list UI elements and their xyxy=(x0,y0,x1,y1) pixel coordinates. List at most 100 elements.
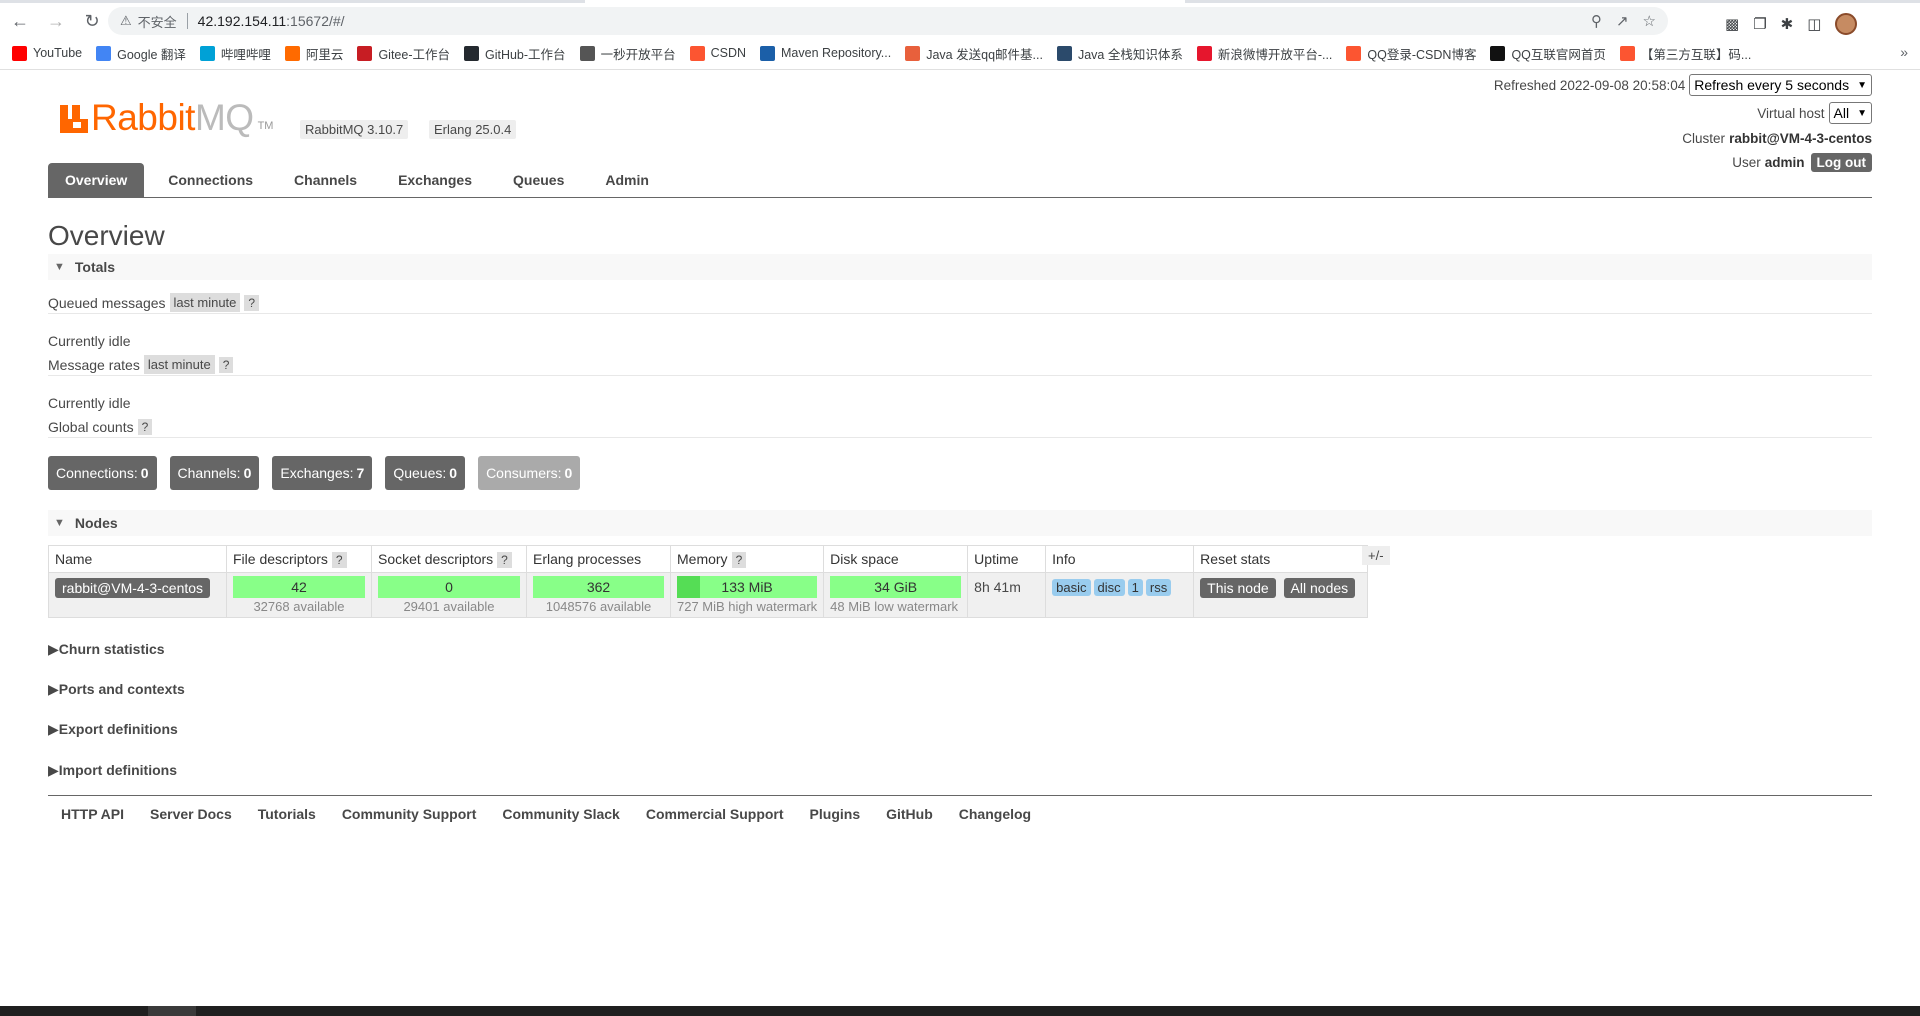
column-header: Reset stats xyxy=(1193,545,1369,573)
tab-channels[interactable]: Channels xyxy=(277,163,374,197)
triangle-right-icon: ▶ xyxy=(48,680,59,697)
node-name-link[interactable]: rabbit@VM-4-3-centos xyxy=(55,578,211,598)
footer-link[interactable]: Plugins xyxy=(810,806,861,822)
zoom-icon[interactable]: ⚲ xyxy=(1591,12,1602,30)
help-icon[interactable]: ? xyxy=(137,418,153,435)
memory-bar: 133 MiB xyxy=(677,576,818,598)
info-tag-1[interactable]: 1 xyxy=(1127,579,1143,596)
star-icon[interactable]: ☆ xyxy=(1643,12,1656,30)
bookmark-item[interactable]: Gitee-工作台 xyxy=(357,44,450,63)
help-icon[interactable]: ? xyxy=(331,552,347,568)
churn-heading: Churn statistics xyxy=(58,641,165,657)
bookmark-favicon-icon xyxy=(760,45,775,61)
count-value: 7 xyxy=(356,465,365,481)
import-section-header[interactable]: ▶ Import definitions xyxy=(48,757,1872,783)
ep-available: 1048576 available xyxy=(545,599,652,614)
count-consumers-button[interactable]: Consumers: 0 xyxy=(478,456,581,490)
bookmark-item[interactable]: 哔哩哔哩 xyxy=(199,44,271,63)
insecure-label[interactable]: 不安全 xyxy=(138,12,177,31)
column-header: Socket descriptors? xyxy=(371,545,527,573)
warning-icon[interactable]: ⚠ xyxy=(120,13,132,29)
sidepanel-icon[interactable]: ◫ xyxy=(1807,15,1821,33)
tab-exchanges[interactable]: Exchanges xyxy=(381,163,489,197)
column-header-label: Name xyxy=(55,551,93,567)
help-icon[interactable]: ? xyxy=(244,294,260,311)
ports-section-header[interactable]: ▶ Ports and contexts xyxy=(48,676,1872,702)
column-header: File descriptors? xyxy=(226,545,372,573)
count-connections-button[interactable]: Connections: 0 xyxy=(48,456,157,490)
bookmark-item[interactable]: Java 发送qq邮件基... xyxy=(905,44,1043,63)
refresh-select[interactable]: Refresh every 5 seconds ▼ xyxy=(1689,74,1872,96)
totals-section-header[interactable]: ▼ Totals xyxy=(48,254,1872,280)
bookmark-label: 新浪微博开放平台-... xyxy=(1217,47,1333,62)
info-tag-basic[interactable]: basic xyxy=(1052,579,1091,596)
bookmark-item[interactable]: Maven Repository... xyxy=(760,45,891,61)
help-icon[interactable]: ? xyxy=(218,356,234,373)
rates-range-select[interactable]: last minute xyxy=(143,355,215,374)
cluster-name: rabbit@VM-4-3-centos xyxy=(1729,130,1872,146)
bookmark-label: 阿里云 xyxy=(305,47,344,62)
footer-link[interactable]: Changelog xyxy=(959,806,1031,822)
bookmarks-overflow-icon[interactable]: » xyxy=(1900,44,1908,60)
count-channels-button[interactable]: Channels: 0 xyxy=(169,456,260,490)
export-section-header[interactable]: ▶ Export definitions xyxy=(48,716,1872,742)
footer-link[interactable]: Community Slack xyxy=(502,806,619,822)
forward-icon[interactable]: → xyxy=(40,5,72,37)
nodes-section-header[interactable]: ▼ Nodes xyxy=(48,510,1872,536)
info-tag-rss[interactable]: rss xyxy=(1145,579,1172,596)
reset-all-nodes-button[interactable]: All nodes xyxy=(1283,578,1356,598)
reload-icon[interactable]: ↻ xyxy=(76,5,108,37)
queued-range-select[interactable]: last minute xyxy=(169,293,241,312)
vhost-select[interactable]: All ▼ xyxy=(1828,102,1872,124)
help-icon[interactable]: ? xyxy=(497,552,512,568)
share-icon[interactable]: ↗ xyxy=(1616,12,1629,30)
puzzle-icon[interactable]: ✱ xyxy=(1781,15,1794,33)
count-exchanges-button[interactable]: Exchanges: 7 xyxy=(272,456,373,490)
bookmark-item[interactable]: 一秒开放平台 xyxy=(579,44,676,63)
footer-link[interactable]: Community Support xyxy=(342,806,477,822)
profile-avatar[interactable] xyxy=(1835,13,1858,35)
bookmark-item[interactable]: QQ登录-CSDN博客 xyxy=(1346,44,1476,63)
bookmark-item[interactable]: Java 全栈知识体系 xyxy=(1056,44,1183,63)
bookmark-favicon-icon xyxy=(1619,45,1635,61)
refresh-select-value: Refresh every 5 seconds xyxy=(1694,77,1850,93)
back-icon[interactable]: ← xyxy=(4,5,36,37)
copy-icon[interactable]: ❐ xyxy=(1753,15,1766,33)
footer-link[interactable]: Commercial Support xyxy=(646,806,784,822)
url-text[interactable]: 42.192.154.11:15672/#/ xyxy=(198,13,345,29)
extension-icon[interactable]: ▩ xyxy=(1725,15,1739,33)
churn-section-header[interactable]: ▶ Churn statistics xyxy=(48,636,1872,662)
tab-strip xyxy=(0,0,1920,3)
message-rates-label: Message rates xyxy=(48,356,140,373)
footer-link[interactable]: Server Docs xyxy=(150,806,232,822)
bookmarks-bar: YouTube Google 翻译 哔哩哔哩 阿里云 Gitee-工作台 GitHub-工… xyxy=(0,40,1920,66)
taskbar-active-item[interactable] xyxy=(148,1006,196,1016)
bookmark-item[interactable]: 【第三方互联】码... xyxy=(1619,44,1751,63)
tab-connections[interactable]: Connections xyxy=(151,163,270,197)
help-icon[interactable]: ? xyxy=(731,552,747,568)
bookmark-item[interactable]: QQ互联官网首页 xyxy=(1490,44,1606,63)
count-queues-button[interactable]: Queues: 0 xyxy=(385,456,466,490)
bookmark-item[interactable]: YouTube xyxy=(12,45,82,61)
tab-admin[interactable]: Admin xyxy=(588,163,666,197)
rabbitmq-logo-icon xyxy=(60,105,88,133)
rabbitmq-logo[interactable]: RabbitMQ TM xyxy=(60,98,273,138)
footer-link[interactable]: HTTP API xyxy=(61,806,124,822)
bookmark-item[interactable]: CSDN xyxy=(689,45,746,61)
logo-rabbit: Rabbit xyxy=(91,97,195,138)
columns-toggle-button[interactable]: +/- xyxy=(1362,546,1390,565)
info-tag-disc[interactable]: disc xyxy=(1093,579,1125,596)
footer-link[interactable]: Tutorials xyxy=(258,806,316,822)
bookmark-item[interactable]: GitHub-工作台 xyxy=(463,44,566,63)
triangle-right-icon: ▶ xyxy=(48,640,59,657)
bookmark-item[interactable]: Google 翻译 xyxy=(96,44,186,63)
bookmark-item[interactable]: 阿里云 xyxy=(284,44,344,63)
tab-queues[interactable]: Queues xyxy=(496,163,581,197)
reset-this-node-button[interactable]: This node xyxy=(1200,578,1276,598)
disk-watermark: 48 MiB low watermark xyxy=(830,599,959,614)
active-tab[interactable] xyxy=(585,0,1185,3)
footer-link[interactable]: GitHub xyxy=(886,806,933,822)
tab-overview[interactable]: Overview xyxy=(48,163,145,197)
address-bar[interactable]: ⚠ 不安全 42.192.154.11:15672/#/ ⚲ ↗ ☆ xyxy=(108,7,1668,35)
bookmark-item[interactable]: 新浪微博开放平台-... xyxy=(1196,44,1333,63)
